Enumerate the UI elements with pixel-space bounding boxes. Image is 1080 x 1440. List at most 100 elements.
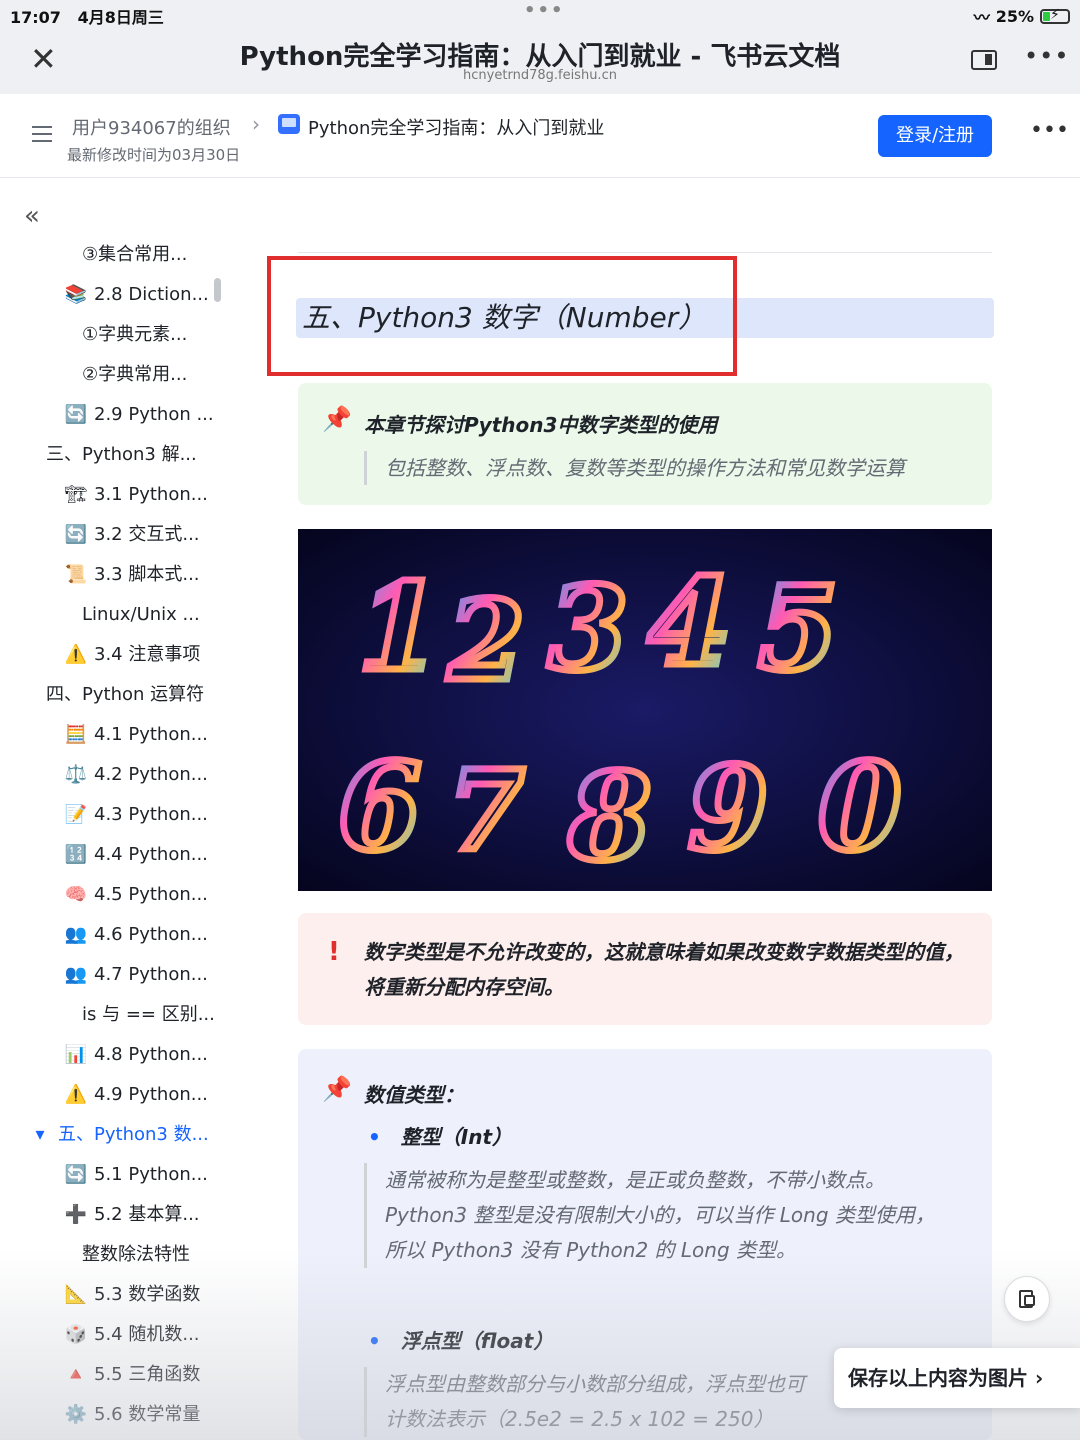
hero-digit: 2 [447, 576, 525, 705]
toc-item-label: 五、Python3 数... [58, 1124, 209, 1145]
toc-item-icon: 🔄 [64, 1164, 88, 1185]
toc-item[interactable]: 🔺 5.5 三角函数 [64, 1355, 201, 1395]
outline-icon[interactable] [32, 126, 52, 144]
toc-item[interactable]: 🔄 3.2 交互式... [64, 515, 200, 555]
toc-item-icon: ⚠️ [64, 644, 88, 665]
toc-item-icon: 📝 [64, 804, 88, 825]
toc-item-label: 四、Python 运算符 [46, 684, 205, 705]
toc-item[interactable]: ③集合常用... [82, 235, 187, 275]
toc-item-label: 4.7 Python... [94, 964, 208, 985]
save-as-image-button[interactable]: 保存以上内容为图片 › [834, 1348, 1080, 1408]
hero-digit: 9 [688, 742, 768, 877]
toc-item-label: 4.2 Python... [94, 764, 208, 785]
toc-item-icon: 👥 [64, 964, 88, 985]
toc-sidebar: « ③集合常用... 📚 2.8 Diction... ①字典元素... ②字典常用..… [0, 179, 240, 1440]
toc-item[interactable]: 🎲 5.4 随机数... [64, 1315, 200, 1355]
toc-item-label: 3.2 交互式... [94, 524, 200, 545]
toc-item-icon: 📚 [64, 284, 88, 305]
copy-floating-button[interactable] [1004, 1276, 1050, 1322]
toc-item-icon: 🧠 [64, 884, 88, 905]
hero-digit: 0 [818, 737, 902, 878]
toc-item[interactable]: 🔢 4.4 Python... [64, 835, 208, 875]
multitask-dots[interactable]: ••• [524, 0, 565, 21]
toc-item[interactable]: 🧠 4.5 Python... [64, 875, 208, 915]
toc-item-label: 5.6 数学常量 [94, 1404, 201, 1425]
last-modified: 最新修改时间为03月30日 [67, 146, 241, 164]
toc-item-label: 2.8 Diction... [94, 284, 209, 305]
toc-item-label: 5.5 三角函数 [94, 1364, 201, 1385]
toc-item-icon: ⚖️ [64, 764, 88, 785]
more-menu-icon[interactable]: ••• [1024, 42, 1069, 70]
toc-item-label: ③集合常用... [82, 244, 188, 265]
toc-item-label: 5.1 Python... [94, 1164, 208, 1185]
toc-item[interactable]: ➕ 5.2 基本算... [64, 1195, 200, 1235]
toc-item[interactable]: 👥 4.7 Python... [64, 955, 208, 995]
toc-item-label: 5.3 数学函数 [94, 1284, 201, 1305]
chevron-right-icon: › [252, 112, 260, 136]
bullet-float: • 浮点型（float） [368, 1329, 554, 1353]
toc-item-label: 3.1 Python... [94, 484, 208, 505]
toc-item[interactable]: 四、Python 运算符 [46, 675, 204, 715]
toc-item[interactable]: 📊 4.8 Python... [64, 1035, 208, 1075]
toc-item-icon: 📊 [64, 1044, 88, 1065]
toc-item[interactable]: 🧮 4.1 Python... [64, 715, 208, 755]
bullet-int: • 整型（Int） [368, 1125, 513, 1149]
toc-item[interactable]: ⚠️ 3.4 注意事项 [64, 635, 201, 675]
intro-title: 本章节探讨Python3中数字类型的使用 [364, 413, 718, 437]
doc-icon [278, 114, 300, 134]
browser-titlebar: ✕ Python完全学习指南：从入门到就业 - 飞书云文档 hcnyetrnd7… [0, 28, 1080, 94]
hero-digit: 8 [567, 747, 652, 888]
doc-more-icon[interactable]: ••• [1030, 118, 1069, 143]
toc-item[interactable]: ⚙️ 5.6 数学常量 [64, 1395, 201, 1435]
toc-item[interactable]: ①字典元素... [82, 315, 187, 355]
login-button[interactable]: 登录/注册 [878, 115, 992, 157]
toc-item[interactable]: ⚖️ 4.2 Python... [64, 755, 208, 795]
toc-item[interactable]: 整数除法特性 [82, 1235, 190, 1275]
int-description: 通常被称为是整型或整数，是正或负整数，不带小数点。 Python3 整型是没有限… [364, 1163, 964, 1268]
toc-item-icon: 📐 [64, 1284, 88, 1305]
sidebar-toggle-icon[interactable] [971, 50, 997, 70]
breadcrumb-org[interactable]: 用户934067的组织 [72, 114, 231, 140]
hero-digit: 4 [648, 552, 732, 693]
toc-item[interactable]: 三、Python3 解... [46, 435, 197, 475]
toc-item[interactable]: 📝 4.3 Python... [64, 795, 208, 835]
warning-text: 数字类型是不允许改变的，这就意味着如果改变数字数据类型的值，将重新分配内存空间。 [364, 940, 964, 999]
toc-item[interactable]: ②字典常用... [82, 355, 187, 395]
breadcrumb-doc-title[interactable]: Python完全学习指南：从入门到就业 [308, 114, 604, 140]
toc-item-icon: 📜 [64, 564, 88, 585]
toc-item-icon: 🎲 [64, 1324, 88, 1345]
document-content: 五、Python3 数字（Number） 📌 本章节探讨Python3中数字类型… [240, 179, 1080, 1440]
pushpin-icon: 📌 [322, 405, 352, 433]
toc-item[interactable]: Linux/Unix ... [82, 595, 200, 635]
wifi-icon: 〰 [973, 8, 990, 27]
document-header: 用户934067的组织 › Python完全学习指南：从入门到就业 最新修改时间… [0, 94, 1080, 178]
toc-item[interactable]: 📐 5.3 数学函数 [64, 1275, 201, 1315]
toc-item-label: ②字典常用... [82, 364, 188, 385]
toc-item[interactable]: is 与 == 区别... [82, 995, 215, 1035]
status-right: 〰 25% ⚡ [974, 4, 1070, 28]
intro-callout: 📌 本章节探讨Python3中数字类型的使用 包括整数、浮点数、复数等类型的操作… [298, 383, 992, 505]
hero-digit: 3 [548, 562, 628, 697]
toc-item[interactable]: 👥 4.6 Python... [64, 915, 208, 955]
toc-scrollbar[interactable] [214, 278, 221, 302]
toc-item-label: 5.2 基本算... [94, 1204, 200, 1225]
toc-item-label: 4.3 Python... [94, 804, 208, 825]
toc-item[interactable]: 🔄 5.1 Python... [64, 1155, 208, 1195]
types-title: 数值类型： [364, 1083, 464, 1107]
toc-item[interactable]: ⚠️ 4.9 Python... [64, 1075, 208, 1115]
toc-item[interactable]: 🏗 3.1 Python... [64, 475, 208, 515]
status-bar: 17:07 4月8日周三 ••• 〰 25% ⚡ [0, 0, 1080, 28]
warning-callout: ! 数字类型是不允许改变的，这就意味着如果改变数字数据类型的值，将重新分配内存空… [298, 913, 992, 1025]
exclamation-icon: ! [328, 937, 340, 967]
toc-item[interactable]: 🔄 2.9 Python ... [64, 395, 214, 435]
toc-item-icon: 🔄 [64, 524, 88, 545]
toc-item[interactable]: 📜 3.3 脚本式... [64, 555, 200, 595]
toc-item[interactable]: 📚 2.8 Diction... [64, 275, 209, 315]
collapse-sidebar-icon[interactable]: « [24, 201, 40, 231]
toc-item-icon: ⚙️ [64, 1404, 88, 1425]
toc-item-label: Linux/Unix ... [82, 604, 200, 625]
pushpin-icon: 📌 [322, 1075, 352, 1103]
hero-digit: 7 [448, 746, 525, 875]
toc-item[interactable]: ▾ 五、Python3 数... [28, 1115, 209, 1155]
toc-item-label: 3.4 注意事项 [94, 644, 201, 665]
